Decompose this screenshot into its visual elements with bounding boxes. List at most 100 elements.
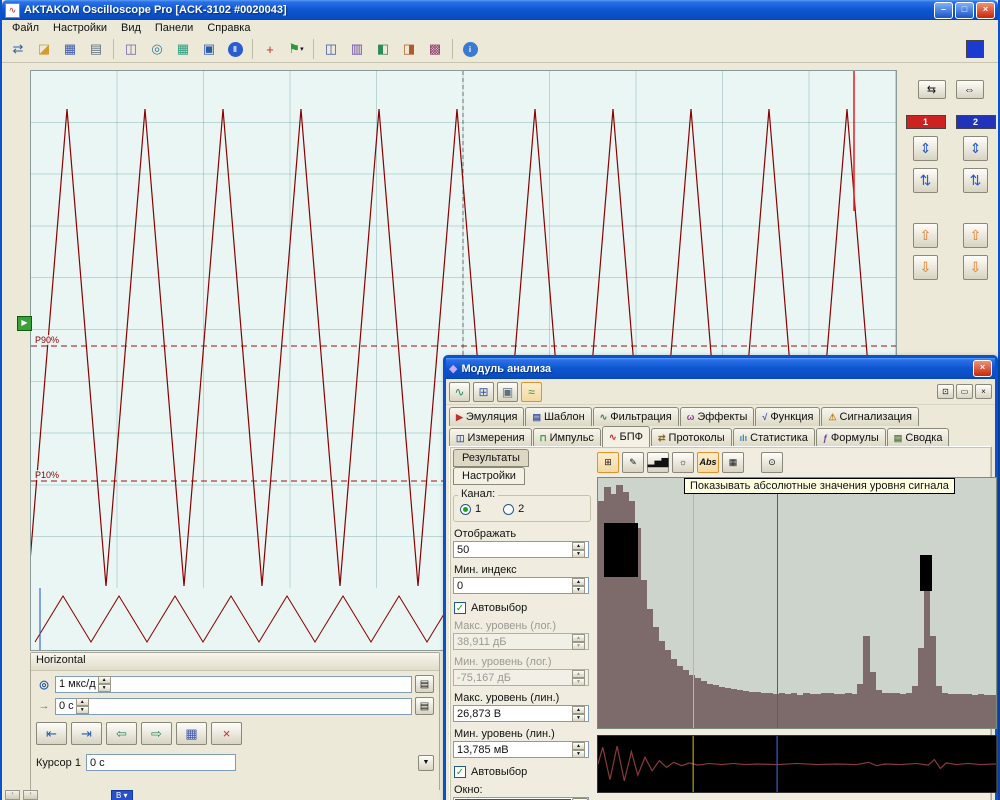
unit-badge[interactable]: В ▾	[111, 790, 133, 800]
time-offset-field[interactable]: 0 с▲▼	[55, 698, 412, 715]
tab-filtering[interactable]: ∿Фильтрация	[593, 407, 679, 426]
panel-settings-icon[interactable]: ▩	[423, 37, 447, 61]
dialog-titlebar[interactable]: ◆ Модуль анализа ×	[446, 358, 995, 379]
help-icon[interactable]: i	[458, 37, 482, 61]
module-dock-button[interactable]: ⊡	[937, 384, 954, 399]
horizontal-cursor-dropdown-button[interactable]: ▼	[418, 755, 434, 771]
channel-1-header[interactable]: 1	[906, 115, 946, 129]
scale-compress-button-ch1[interactable]: ⇅	[913, 168, 938, 193]
spin-up-button[interactable]: ▲	[572, 542, 585, 550]
pause-icon[interactable]: ‖	[223, 37, 247, 61]
position-down-button-ch1[interactable]: ⇩	[913, 255, 938, 280]
fft-log-scale-button[interactable]: ✎	[622, 452, 644, 473]
menu-settings[interactable]: Настройки	[47, 21, 113, 35]
fft-abs-button[interactable]: Abs	[697, 452, 719, 473]
display-count-field[interactable]: 50▲▼	[453, 541, 589, 558]
spin-up-button[interactable]: ▲	[572, 634, 585, 642]
spin-up-button[interactable]: ▲	[572, 670, 585, 678]
save-icon[interactable]: ▦	[58, 37, 82, 61]
display-icon[interactable]: ▣	[197, 37, 221, 61]
tab-function[interactable]: √Функция	[755, 407, 820, 426]
expand-horizontal-button[interactable]: ⇔	[956, 80, 984, 99]
spin-down-button[interactable]: ▼	[76, 706, 89, 714]
panel-display-icon[interactable]: ◫	[319, 37, 343, 61]
print-icon[interactable]: ▤	[84, 37, 108, 61]
timebase-field[interactable]: 1 мкс/д▲▼	[55, 676, 412, 693]
spin-up-button[interactable]: ▲	[76, 698, 89, 706]
position-up-button-ch1[interactable]: ⇧	[913, 223, 938, 248]
channel-1-radio[interactable]: 1	[460, 503, 481, 515]
min-level-log-field[interactable]: -75,167 дБ▲▼	[453, 669, 589, 686]
autoselect-lin-checkbox[interactable]: ✓Автовыбор	[454, 766, 590, 778]
status-nav-button-0[interactable]: ‹	[5, 790, 20, 800]
spin-down-button[interactable]: ▼	[572, 642, 585, 650]
cursor-prev-button[interactable]: ⇦	[106, 722, 137, 745]
tab-statistics[interactable]: ılıСтатистика	[733, 428, 815, 447]
module-close-button[interactable]: ×	[975, 384, 992, 399]
horizontal-options-button[interactable]: ▤	[415, 675, 434, 693]
cursor-step-right-button[interactable]: ⇥	[71, 722, 102, 745]
tab-alarm[interactable]: ⚠Сигнализация	[821, 407, 919, 426]
scale-expand-button-ch2[interactable]: ⇕	[963, 136, 988, 161]
max-level-lin-field[interactable]: 26,873 В▲▼	[453, 705, 589, 722]
marker-icon[interactable]: ⚑▾	[284, 37, 308, 61]
menu-help[interactable]: Справка	[201, 21, 256, 35]
channel-2-radio[interactable]: 2	[503, 503, 524, 515]
cursor-grid-button[interactable]: ▦	[176, 722, 207, 745]
module-layout-icon[interactable]: ⊞	[473, 382, 494, 402]
tab-fft[interactable]: ∿БПФ	[602, 426, 650, 447]
fit-horizontal-button[interactable]: ⇆	[918, 80, 946, 99]
menu-panels[interactable]: Панели	[149, 21, 199, 35]
spin-up-button[interactable]: ▲	[572, 578, 585, 586]
module-minimize-button[interactable]: ▭	[956, 384, 973, 399]
panel-device-icon[interactable]: ▥	[345, 37, 369, 61]
main-titlebar[interactable]: ∿ AKTAKOM Oscilloscope Pro [ACK-3102 #00…	[2, 0, 998, 20]
spin-up-button[interactable]: ▲	[572, 742, 585, 750]
channel-2-header[interactable]: 2	[956, 115, 996, 129]
spin-down-button[interactable]: ▼	[572, 714, 585, 722]
tab-emulation[interactable]: ▶Эмуляция	[449, 407, 524, 426]
minimize-button[interactable]: –	[934, 2, 953, 19]
connect-device-icon[interactable]: ⇄	[6, 37, 30, 61]
spin-up-button[interactable]: ▲	[98, 676, 111, 684]
panel-generator-icon[interactable]: ◨	[397, 37, 421, 61]
tab-protocols[interactable]: ⇄Протоколы	[651, 428, 732, 447]
spectrum-index-line[interactable]	[693, 478, 694, 728]
module-spectrum-icon[interactable]: ≈	[521, 382, 542, 402]
tab-summary[interactable]: ▤Сводка	[887, 428, 950, 447]
channels-icon[interactable]: +	[258, 37, 282, 61]
position-up-button-ch2[interactable]: ⇧	[963, 223, 988, 248]
spin-down-button[interactable]: ▼	[572, 550, 585, 558]
min-level-lin-field[interactable]: 13,785 мВ▲▼	[453, 741, 589, 758]
fft-bars-button[interactable]: ▂▅▇	[647, 452, 669, 473]
cursor-step-left-button[interactable]: ⇤	[36, 722, 67, 745]
fft-table-button[interactable]: ▦	[722, 452, 744, 473]
fft-grid-button[interactable]: ⊞	[597, 452, 619, 473]
spin-down-button[interactable]: ▼	[572, 750, 585, 758]
cursor-clear-button[interactable]: ×	[211, 722, 242, 745]
menu-file[interactable]: Файл	[6, 21, 45, 35]
fft-peak-button[interactable]: ☼	[672, 452, 694, 473]
horizontal-options-button[interactable]: ▤	[415, 697, 434, 715]
position-down-button-ch2[interactable]: ⇩	[963, 255, 988, 280]
tab-template[interactable]: ▤Шаблон	[525, 407, 591, 426]
max-level-log-field[interactable]: 38,911 дБ▲▼	[453, 633, 589, 650]
close-button[interactable]: ×	[976, 2, 995, 19]
autoselect-log-checkbox[interactable]: ✓Автовыбор	[454, 602, 590, 614]
spin-down-button[interactable]: ▼	[98, 684, 111, 692]
tab-pulse[interactable]: ⊓Импульс	[533, 428, 601, 447]
horizontal-panel-title[interactable]: Horizontal	[31, 653, 439, 671]
status-nav-button-1[interactable]: ›	[23, 790, 38, 800]
subtab-results[interactable]: Результаты	[453, 449, 529, 467]
tab-formulas[interactable]: ƒФормулы	[816, 428, 886, 447]
horizontal-cursor-field[interactable]: 0 с	[86, 754, 236, 771]
fft-spectrum[interactable]	[597, 477, 997, 729]
graticule-icon[interactable]: ▦	[171, 37, 195, 61]
fft-export-button[interactable]: ⊙	[761, 452, 783, 473]
menu-view[interactable]: Вид	[115, 21, 147, 35]
trigger-level-marker[interactable]: ▶	[17, 316, 32, 331]
panel-measure-icon[interactable]: ◧	[371, 37, 395, 61]
zoom-icon[interactable]: ◎	[145, 37, 169, 61]
spin-down-button[interactable]: ▼	[572, 678, 585, 686]
min-index-field[interactable]: 0▲▼	[453, 577, 589, 594]
